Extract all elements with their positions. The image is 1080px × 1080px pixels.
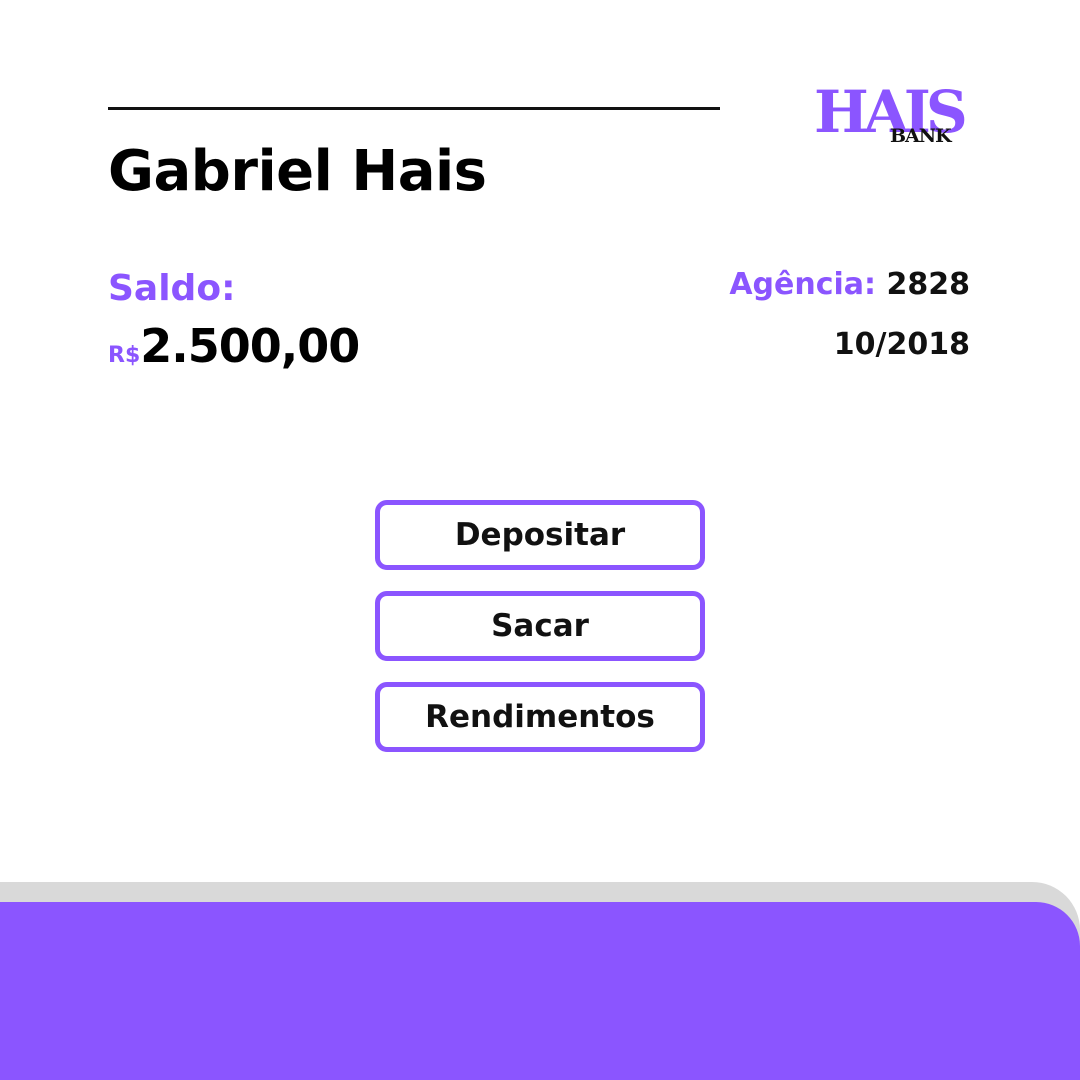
action-buttons: Depositar Sacar Rendimentos <box>375 500 705 773</box>
balance-label: Saldo: <box>108 268 236 309</box>
hais-bank-logo: HAIS BANK <box>812 78 972 148</box>
balance-display: R$2.500,00 <box>108 316 360 387</box>
footer-band <box>0 902 1080 1080</box>
balance-amount: 2.500,00 <box>140 319 360 373</box>
account-holder-name: Gabriel Hais <box>108 139 487 204</box>
account-number: 10/2018 <box>833 327 970 362</box>
currency-symbol: R$ <box>108 343 141 368</box>
earnings-button[interactable]: Rendimentos <box>375 682 705 752</box>
agency-info: Agência: 2828 <box>729 264 970 306</box>
deposit-button[interactable]: Depositar <box>375 500 705 570</box>
withdraw-button[interactable]: Sacar <box>375 591 705 661</box>
agency-number: 2828 <box>886 267 971 302</box>
agency-label: Agência: <box>729 267 877 302</box>
header-divider <box>108 107 720 110</box>
logo-subtitle: BANK <box>890 125 953 147</box>
